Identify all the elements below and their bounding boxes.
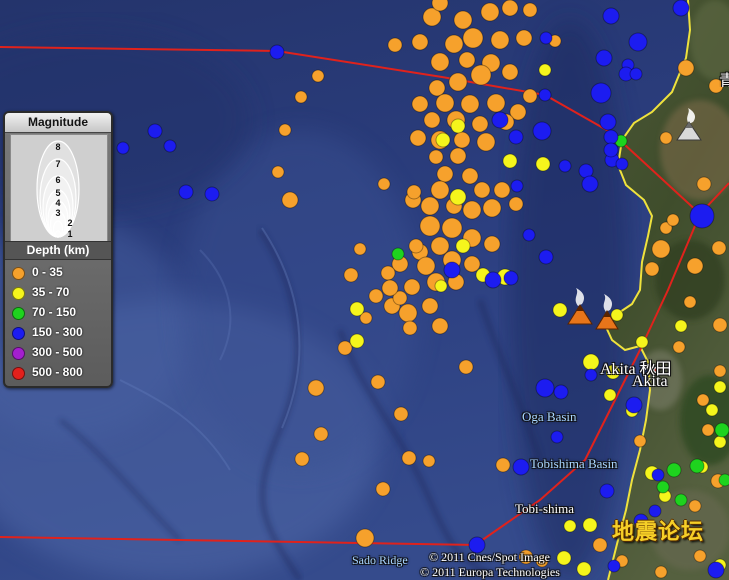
magnitude-label-2: 2 [67, 218, 72, 228]
place-label-edge[interactable]: 青 [719, 67, 729, 87]
depth-class-label: 35 - 70 [32, 285, 70, 299]
magnitude-label-1: 1 [67, 229, 72, 239]
depth-class-row: 0 - 35 [5, 263, 111, 283]
depth-color-dot [12, 347, 25, 360]
depth-color-dot [12, 367, 25, 380]
depth-class-row: 150 - 300 [5, 323, 111, 343]
depth-color-dot [12, 287, 25, 300]
depth-color-dot [12, 327, 25, 340]
place-label-oga-basin[interactable]: Oga Basin [522, 409, 577, 425]
depth-class-row: 500 - 800 [5, 363, 111, 383]
depth-class-label: 150 - 300 [32, 325, 83, 339]
depth-color-dot [12, 267, 25, 280]
depth-class-label: 70 - 150 [32, 305, 77, 319]
volcano-icon[interactable] [676, 108, 702, 141]
volcano-icon[interactable] [567, 288, 593, 325]
magnitude-scale: 8 7 6 5 4 3 2 1 [10, 134, 108, 242]
attribution-line-1: © 2011 Cnes/Spot Image [429, 550, 550, 564]
depth-class-row: 300 - 500 [5, 343, 111, 363]
legend-panel: Magnitude 8 7 6 5 4 3 2 1 Depth (km) 0 -… [3, 111, 113, 388]
attribution-line-2: © 2011 Europa Technologies [420, 565, 560, 579]
legend-magnitude-title: Magnitude [5, 113, 111, 133]
volcano-icon[interactable] [595, 294, 619, 330]
legend-depth-title: Depth (km) [5, 241, 111, 260]
place-label-akita-city[interactable]: Akita [632, 373, 668, 391]
place-label-tobishima-basin[interactable]: Tobishima Basin [530, 456, 618, 472]
depth-class-label: 300 - 500 [32, 345, 83, 359]
magnitude-circle-1 [54, 230, 62, 238]
place-label-tobi-shima[interactable]: Tobi-shima [515, 501, 574, 517]
depth-class-label: 500 - 800 [32, 365, 83, 379]
edge-label-clip: 青 [719, 67, 729, 87]
watermark-text: 地震论坛 [612, 520, 705, 545]
magnitude-label-8: 8 [55, 142, 60, 152]
depth-class-row: 70 - 150 [5, 303, 111, 323]
magnitude-label-4: 4 [55, 198, 60, 208]
map-view[interactable]: Akita 秋田 Akita Oga Basin Tobishima Basin… [0, 0, 729, 580]
magnitude-circles: 8 7 6 5 4 3 2 1 [36, 140, 80, 239]
magnitude-label-5: 5 [55, 188, 60, 198]
depth-class-row: 35 - 70 [5, 283, 111, 303]
magnitude-label-6: 6 [55, 175, 60, 185]
depth-color-dot [12, 307, 25, 320]
magnitude-label-3: 3 [55, 208, 60, 218]
depth-class-label: 0 - 35 [32, 265, 63, 279]
magnitude-label-7: 7 [55, 159, 60, 169]
place-label-sado-ridge[interactable]: Sado Ridge [352, 553, 408, 568]
